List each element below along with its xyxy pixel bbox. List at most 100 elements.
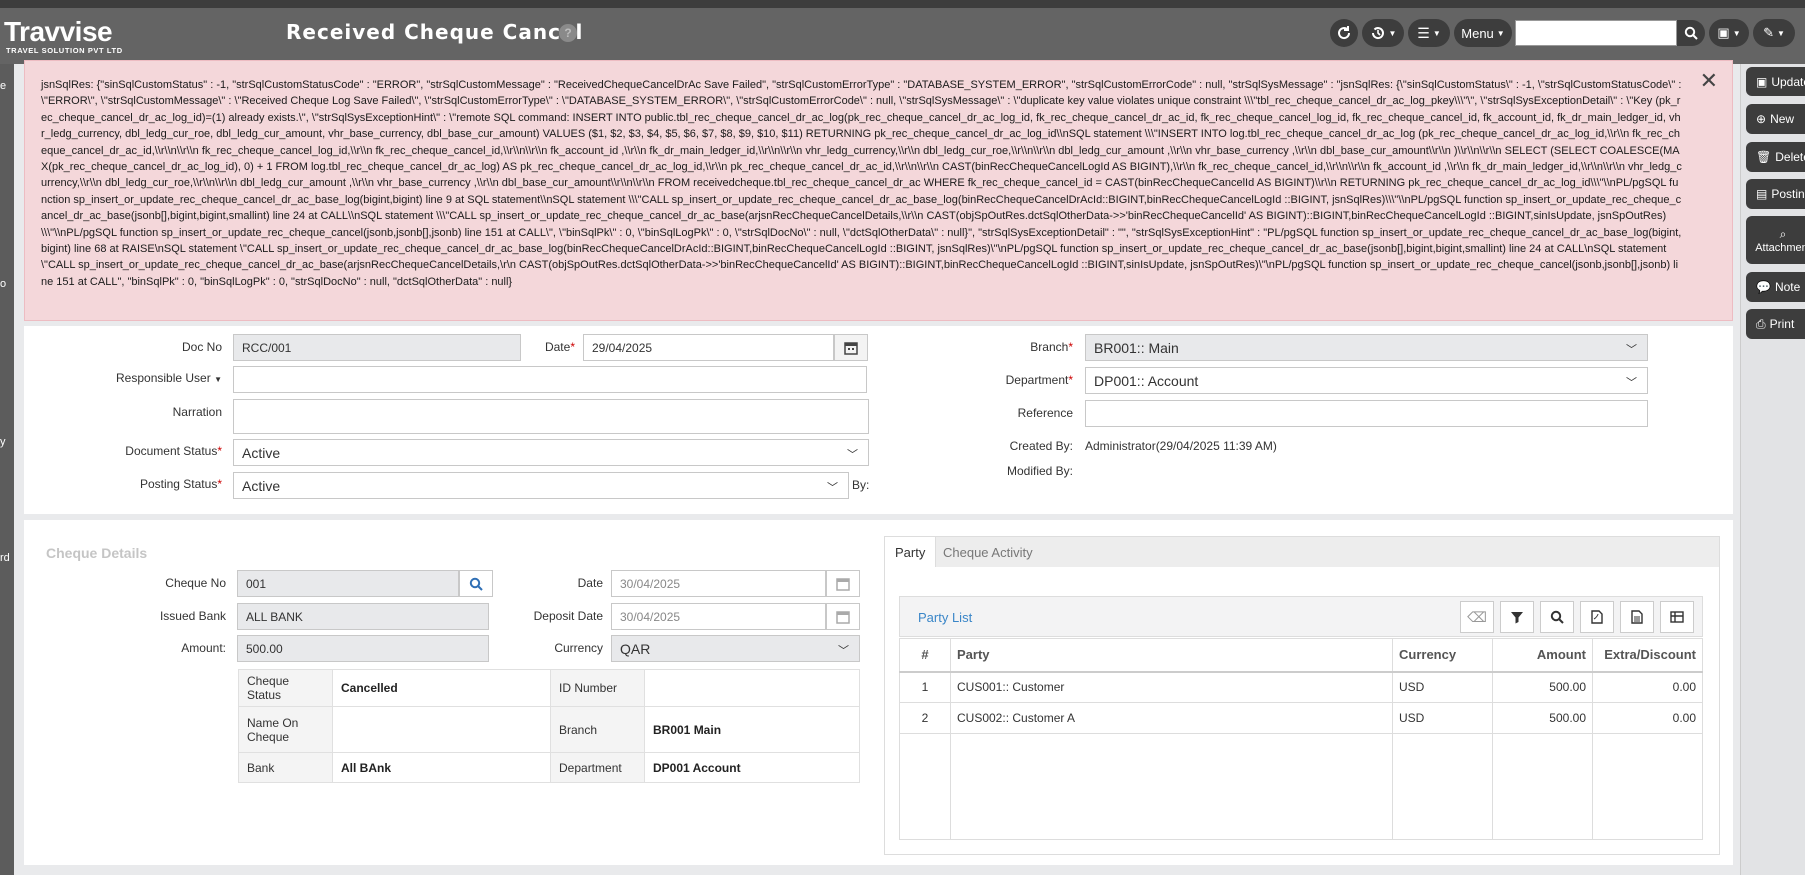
- cheque-no-label: Cheque No: [165, 576, 226, 590]
- print-button[interactable]: ⎙ Print: [1746, 309, 1805, 339]
- branch-label: Branch*: [1030, 340, 1073, 354]
- col-number[interactable]: #: [899, 638, 951, 673]
- issued-bank-field[interactable]: ALL BANK: [237, 603, 489, 630]
- theme-button[interactable]: ✎ ▼: [1753, 19, 1795, 47]
- search-input[interactable]: [1515, 20, 1677, 46]
- col-extra-discount[interactable]: Extra/Discount: [1592, 638, 1703, 673]
- chevron-down-icon: ﹀: [827, 482, 838, 494]
- left-sidebar: e o y rd: [0, 64, 14, 875]
- sidebar-item-4[interactable]: rd: [0, 552, 10, 564]
- reference-field[interactable]: [1085, 400, 1648, 427]
- info-row: Name On Cheque Branch BR001 Main: [238, 706, 860, 753]
- narration-textarea[interactable]: [233, 399, 869, 434]
- col-currency[interactable]: Currency: [1392, 638, 1493, 673]
- chevron-down-icon: ﹀: [1626, 344, 1637, 356]
- note-label: Note: [1774, 280, 1801, 294]
- id-number-value: [644, 669, 860, 707]
- print-icon: ⎙: [1756, 316, 1766, 331]
- cheque-no-field[interactable]: 001: [237, 570, 459, 597]
- filter-button[interactable]: [1500, 601, 1534, 633]
- department-select[interactable]: DP001:: Account ﹀: [1085, 367, 1648, 394]
- cheque-info-table: Cheque Status Cancelled ID Number Name O…: [238, 669, 860, 783]
- sidebar-item-3[interactable]: y: [0, 436, 6, 448]
- bank-label: Bank: [238, 752, 333, 783]
- posted-by-label: By:: [852, 478, 870, 492]
- party-list-header: Party List ⌫: [899, 596, 1703, 637]
- cheque-search-button[interactable]: [459, 570, 493, 597]
- caret-down-icon[interactable]: ▼: [214, 375, 222, 384]
- clear-filter-button[interactable]: ⌫: [1460, 601, 1494, 633]
- chevron-down-icon: ﹀: [1626, 377, 1637, 389]
- trash-icon: 🗑: [1756, 150, 1772, 164]
- history-button[interactable]: ▼: [1362, 19, 1404, 47]
- close-icon[interactable]: ✕: [1700, 69, 1718, 92]
- sidebar-item-1[interactable]: e: [0, 80, 6, 92]
- tab-cheque-activity[interactable]: Cheque Activity: [933, 537, 1043, 568]
- cheque-date-field[interactable]: 30/04/2025: [611, 570, 826, 597]
- created-by-value: Administrator(29/04/2025 11:39 AM): [1085, 439, 1277, 453]
- attachment-label: Attachment: [1755, 241, 1805, 254]
- attachment-button[interactable]: ⌕Attachment: [1746, 216, 1805, 264]
- empty-cell: [1492, 733, 1593, 840]
- empty-cell: [950, 733, 1393, 840]
- update-button[interactable]: ▣Update: [1746, 67, 1805, 96]
- zoom-icon: [1550, 610, 1564, 624]
- export-pdf-button[interactable]: [1580, 601, 1614, 633]
- delete-button[interactable]: 🗑Delete: [1746, 142, 1805, 172]
- created-by-label: Created By:: [1009, 439, 1073, 453]
- table-row[interactable]: 1 CUS001:: Customer USD 500.00 0.00: [899, 671, 1703, 703]
- col-amount[interactable]: Amount: [1492, 638, 1593, 673]
- new-button[interactable]: ⊕ New: [1746, 104, 1805, 134]
- posting-status-label: Posting Status*: [139, 477, 222, 491]
- deposit-date-field[interactable]: 30/04/2025: [611, 603, 826, 630]
- calendar-icon: [836, 610, 850, 624]
- date-label-text: Date: [544, 340, 571, 354]
- columns-button[interactable]: [1660, 601, 1694, 633]
- info-branch-value: BR001 Main: [644, 706, 860, 753]
- id-number-label: ID Number: [550, 669, 645, 707]
- branch-value: BR001:: Main: [1094, 340, 1179, 356]
- help-icon[interactable]: ?: [559, 24, 577, 42]
- doc-no-field[interactable]: RCC/001: [233, 334, 521, 361]
- list-menu-button[interactable]: ☰ ▼: [1408, 19, 1450, 47]
- deposit-date-picker-button[interactable]: [826, 603, 860, 630]
- date-picker-button[interactable]: [834, 334, 868, 361]
- caret-down-icon: ▼: [1776, 28, 1785, 38]
- posting-button[interactable]: ▤Posting: [1746, 179, 1805, 209]
- export-csv-button[interactable]: [1620, 601, 1654, 633]
- cheque-date-picker-button[interactable]: [826, 570, 860, 597]
- posting-status-select[interactable]: Active ﹀: [233, 472, 849, 499]
- document-status-select[interactable]: Active ﹀: [233, 439, 869, 466]
- zoom-button[interactable]: [1540, 601, 1574, 633]
- tab-party[interactable]: Party: [885, 537, 937, 568]
- currency-select[interactable]: QAR ﹀: [611, 635, 860, 662]
- col-party[interactable]: Party: [950, 638, 1393, 673]
- row-extra: 0.00: [1592, 702, 1703, 734]
- app-logo[interactable]: Travvise TRAVEL SOLUTION PVT LTD: [4, 18, 123, 56]
- caret-down-icon: ▼: [1388, 28, 1397, 38]
- note-button[interactable]: 💬 Note: [1746, 272, 1805, 302]
- narration-label: Narration: [172, 405, 222, 419]
- chevron-down-icon: ﹀: [838, 645, 849, 657]
- date-field[interactable]: 29/04/2025: [583, 334, 834, 361]
- main-menu-button[interactable]: Menu ▼: [1454, 19, 1512, 47]
- plus-icon: ⊕: [1756, 112, 1767, 126]
- empty-cell: [1592, 733, 1703, 840]
- search-icon: [1684, 26, 1698, 40]
- search-button[interactable]: [1677, 20, 1705, 46]
- refresh-button[interactable]: [1330, 19, 1358, 47]
- row-amount: 500.00: [1492, 702, 1593, 734]
- amount-field[interactable]: 500.00: [237, 635, 489, 662]
- responsible-user-field[interactable]: [233, 366, 867, 393]
- csv-icon: [1631, 610, 1643, 624]
- save-icon: ▣: [1756, 74, 1768, 89]
- language-button[interactable]: ▣ ▼: [1709, 19, 1749, 47]
- party-table-header: # Party Currency Amount Extra/Discount: [899, 638, 1703, 673]
- branch-select[interactable]: BR001:: Main ﹀: [1085, 334, 1648, 361]
- update-label: Update: [1771, 74, 1805, 89]
- party-table: # Party Currency Amount Extra/Discount 1…: [899, 638, 1703, 840]
- responsible-user-label-text: Responsible User: [116, 371, 211, 385]
- sidebar-item-2[interactable]: o: [0, 278, 6, 290]
- posting-status-value: Active: [242, 478, 281, 494]
- table-row[interactable]: 2 CUS002:: Customer A USD 500.00 0.00: [899, 702, 1703, 734]
